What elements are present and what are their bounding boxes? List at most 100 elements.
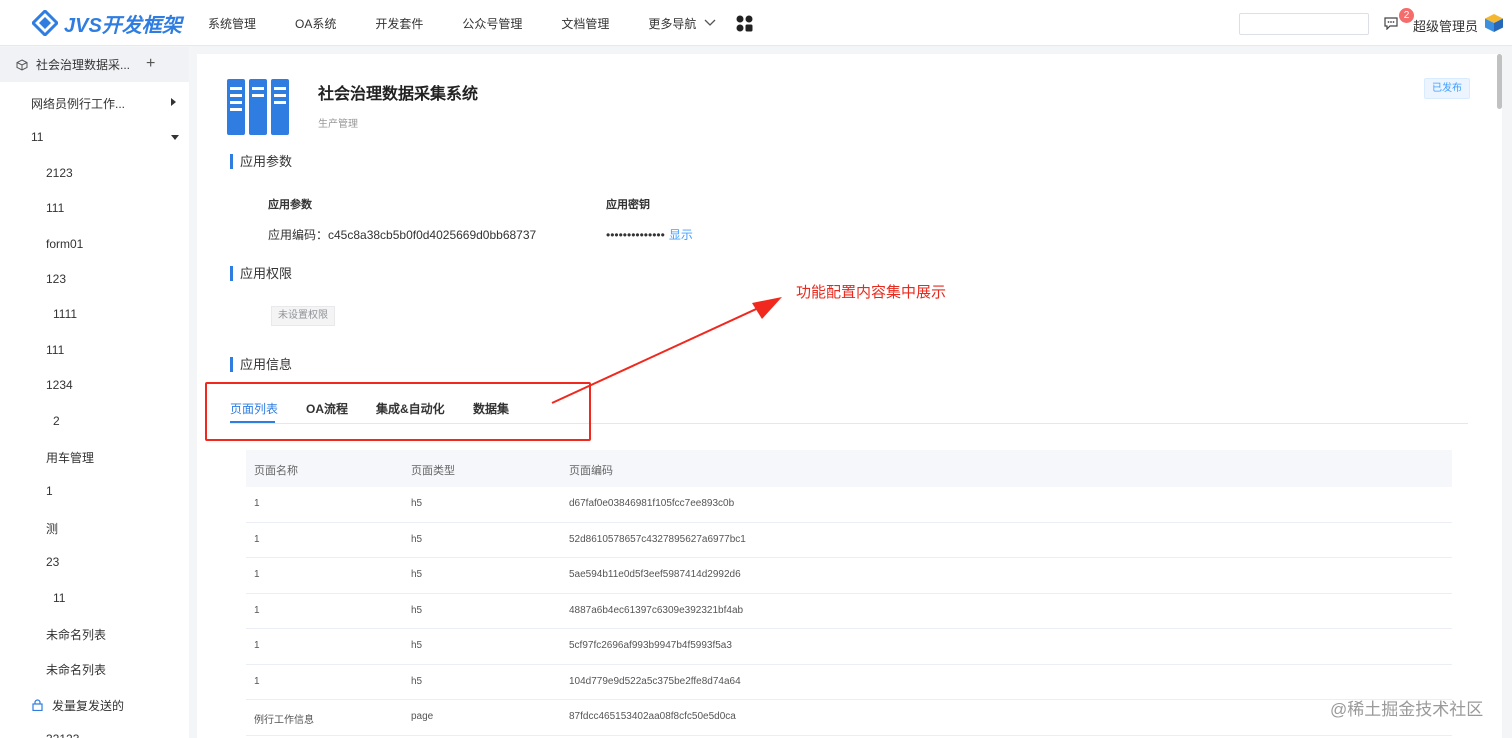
- sidebar: 社会治理数据采... + 网络员例行工作... 11 2123 111 form01 12…: [0, 47, 189, 738]
- show-secret-link[interactable]: 显示: [669, 228, 693, 242]
- cell-page-code: 4887a6b4ec61397c6309e392321bf4ab: [569, 604, 744, 616]
- sidebar-item-label: 1234: [46, 378, 73, 393]
- sidebar-item[interactable]: 23: [0, 552, 189, 572]
- app-binders-icon: [227, 79, 289, 135]
- sidebar-item-label: 11: [31, 130, 44, 145]
- sidebar-item-label: 测: [46, 521, 59, 536]
- table-row[interactable]: 1 h5 5ae594b11e0d5f3eef5987414d2992d6: [246, 558, 1452, 594]
- cell-page-name: 1: [254, 533, 260, 545]
- top-bar: JVS开发框架 系统管理 OA系统 开发套件 公众号管理 文档管理 更多导航 2…: [0, 0, 1512, 46]
- column-header-code: 页面编码: [569, 465, 613, 477]
- caret-down-icon[interactable]: [171, 135, 179, 141]
- column-header-type: 页面类型: [411, 465, 455, 477]
- cell-page-code: 87fdcc465153402aa08f8cfc50e5d0ca: [569, 711, 736, 722]
- add-icon[interactable]: +: [146, 56, 155, 72]
- logo[interactable]: JVS开发框架: [32, 8, 182, 38]
- cell-page-type: h5: [411, 604, 423, 616]
- cell-page-name: 1: [254, 640, 260, 651]
- app-title: 社会治理数据采集系统: [318, 86, 479, 103]
- status-badge: 已发布: [1424, 78, 1470, 99]
- sidebar-item-label: 发量复发送的: [52, 698, 125, 713]
- cell-page-name: 1: [254, 498, 260, 509]
- nav-item-oa[interactable]: OA系统: [295, 15, 336, 32]
- table-row[interactable]: 1 h5 5cf97fc2696af993b9947b4f5993f5a3: [246, 629, 1452, 665]
- user-name[interactable]: 超级管理员: [1413, 16, 1478, 35]
- app-secret-row: •••••••••••••• 显示: [606, 226, 693, 243]
- lock-icon: [32, 699, 43, 711]
- sidebar-item[interactable]: 未命名列表: [0, 658, 189, 678]
- sidebar-item-label: 111: [46, 201, 65, 216]
- permission-tag: 未设置权限: [271, 306, 335, 326]
- sidebar-item[interactable]: form01: [0, 234, 189, 254]
- nav-more-dropdown[interactable]: 更多导航: [648, 15, 716, 32]
- nav-item-docs[interactable]: 文档管理: [561, 15, 609, 32]
- sidebar-item[interactable]: 111: [0, 340, 189, 360]
- app-grid-icon[interactable]: [736, 15, 753, 32]
- table-body: 1 h5 d67faf0e03846981f105fcc7ee893c0b 1 h5 52…: [246, 487, 1452, 736]
- sidebar-item-label: 11: [53, 590, 66, 605]
- page-table: 页面名称 页面类型 页面编码 1 h5 d67faf0e03846981f105fc…: [246, 450, 1452, 736]
- app-secret-mask: ••••••••••••••: [606, 228, 665, 242]
- nav-more-label: 更多导航: [648, 16, 697, 31]
- top-search-input[interactable]: [1239, 13, 1369, 35]
- nav-item-dev-kit[interactable]: 开发套件: [375, 15, 423, 32]
- cell-page-name: 1: [254, 675, 260, 687]
- sidebar-item-label: 2123: [46, 165, 73, 180]
- sidebar-item[interactable]: 发量复发送的: [0, 694, 189, 714]
- app-code-value: 应用编码：c45c8a38cb5b0f0d4025669d0bb68737: [268, 228, 537, 242]
- sidebar-app-title: 社会治理数据采...: [36, 58, 131, 72]
- message-icon[interactable]: [1384, 16, 1398, 30]
- sidebar-item-label: 23: [46, 555, 60, 570]
- sidebar-item[interactable]: 11: [0, 127, 189, 147]
- nav-item-official-account[interactable]: 公众号管理: [462, 15, 522, 32]
- message-count-badge: 2: [1399, 8, 1414, 23]
- sidebar-item-label: 网络员例行工作...: [31, 97, 126, 111]
- sidebar-item[interactable]: 未命名列表: [0, 623, 189, 643]
- sidebar-item-label: 1: [46, 484, 53, 499]
- caret-right-icon[interactable]: [171, 98, 176, 106]
- cell-page-name: 1: [254, 569, 260, 580]
- table-row[interactable]: 1 h5 d67faf0e03846981f105fcc7ee893c0b: [246, 487, 1452, 523]
- sidebar-item[interactable]: 2: [0, 411, 189, 431]
- vertical-scrollbar[interactable]: [1497, 54, 1502, 109]
- sidebar-item[interactable]: 32123: [0, 729, 189, 738]
- section-title-params: 应用参数: [230, 154, 292, 169]
- sidebar-item[interactable]: 2123: [0, 163, 189, 183]
- cube-icon: [16, 58, 28, 71]
- annotation-arrow: [551, 297, 782, 404]
- cell-page-code: d67faf0e03846981f105fcc7ee893c0b: [569, 498, 735, 509]
- table-row[interactable]: 1 h5 52d8610578657c4327895627a6977bc1: [246, 523, 1452, 558]
- sidebar-item[interactable]: 123: [0, 269, 189, 289]
- user-avatar-cube-icon[interactable]: [1484, 13, 1504, 33]
- cell-page-name: 1: [254, 604, 260, 616]
- sidebar-item-label: 1111: [53, 307, 78, 322]
- section-title-permissions: 应用权限: [230, 266, 292, 281]
- cell-page-type: h5: [411, 498, 423, 509]
- nav-item-system[interactable]: 系统管理: [208, 15, 256, 32]
- sidebar-item[interactable]: 11: [0, 588, 189, 608]
- sidebar-item[interactable]: 1234: [0, 375, 189, 395]
- annotation-highlight-box: [205, 382, 591, 441]
- section-title-info: 应用信息: [230, 357, 292, 372]
- sidebar-item-label: 123: [46, 272, 67, 286]
- annotation-text: 功能配置内容集中展示: [796, 284, 947, 301]
- table-row[interactable]: 1 h5 104d779e9d522a5c375be2ffe8d74a64: [246, 665, 1452, 700]
- sidebar-item[interactable]: 网络员例行工作...: [0, 92, 189, 112]
- logo-text: JVS开发框架: [64, 14, 182, 37]
- app-category: 生产管理: [318, 119, 358, 130]
- table-row[interactable]: 例行工作信息 page 87fdcc465153402aa08f8cfc50e5d0…: [246, 700, 1452, 736]
- sidebar-item[interactable]: 1111: [0, 304, 189, 324]
- cell-page-name: 例行工作信息: [254, 715, 314, 726]
- app-secret-heading: 应用密钥: [606, 199, 650, 211]
- cell-page-type: h5: [411, 675, 423, 687]
- watermark: @稀土掘金技术社区: [1330, 700, 1484, 719]
- cell-page-type: h5: [411, 533, 423, 545]
- sidebar-item[interactable]: 111: [0, 198, 189, 218]
- sidebar-item[interactable]: 用车管理: [0, 446, 189, 466]
- sidebar-app-header[interactable]: 社会治理数据采... +: [0, 47, 189, 82]
- cell-page-code: 104d779e9d522a5c375be2ffe8d74a64: [569, 675, 741, 687]
- sidebar-item[interactable]: 1: [0, 481, 189, 501]
- table-header-row: 页面名称 页面类型 页面编码: [246, 450, 1452, 487]
- sidebar-item[interactable]: 测: [0, 517, 189, 537]
- table-row[interactable]: 1 h5 4887a6b4ec61397c6309e392321bf4ab: [246, 594, 1452, 629]
